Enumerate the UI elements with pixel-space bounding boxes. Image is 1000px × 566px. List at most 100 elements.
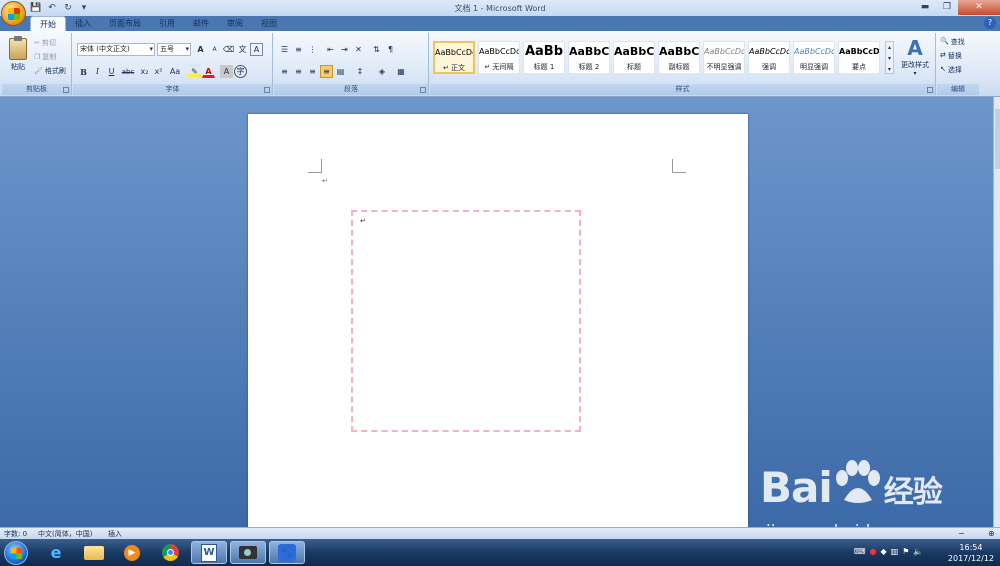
clipboard-launcher-icon[interactable]: [63, 87, 69, 93]
camera-icon: [239, 546, 257, 559]
subscript-button[interactable]: x₂: [138, 65, 151, 78]
enclose-chars-icon[interactable]: 字: [234, 65, 247, 78]
style-heading-2[interactable]: AaBbC 标题 2: [568, 41, 610, 74]
taskbar-word[interactable]: W: [191, 541, 227, 564]
decrease-indent-icon[interactable]: ⇤: [324, 43, 337, 56]
replace-button[interactable]: ⇄ 替换: [940, 51, 962, 61]
style-name: 标题 1: [533, 63, 555, 71]
taskbar-ie[interactable]: e: [38, 541, 74, 564]
find-label: 查找: [950, 38, 965, 46]
numbering-icon[interactable]: ≡: [292, 43, 305, 56]
tab-review[interactable]: 审阅: [218, 16, 252, 31]
qq-icon[interactable]: ●: [870, 547, 877, 556]
style-emphasis[interactable]: AaBbCcDd 强调: [748, 41, 790, 74]
zoom-out-icon[interactable]: −: [958, 529, 965, 538]
cut-button[interactable]: ✂ 剪切: [34, 38, 56, 48]
crop-mark-top-left: [308, 159, 322, 173]
paste-button[interactable]: 粘贴: [5, 36, 31, 80]
clock[interactable]: 16:54 2017/12/12: [948, 542, 994, 564]
style-heading-1[interactable]: AaBb 标题 1: [523, 41, 565, 74]
security-icon[interactable]: ◆: [881, 547, 887, 556]
char-shading-icon[interactable]: A: [220, 65, 233, 78]
styles-scroll[interactable]: ▴ ▾ ▾: [885, 41, 894, 74]
font-name-select[interactable]: 宋体 (中文正文): [77, 43, 155, 56]
office-logo-icon: [7, 7, 20, 20]
text-box[interactable]: ↵: [351, 210, 581, 432]
style-intense-emphasis[interactable]: AaBbCcDd 明显强调: [793, 41, 835, 74]
insert-mode[interactable]: 插入: [108, 529, 122, 539]
italic-button[interactable]: I: [91, 65, 104, 78]
paragraph-launcher-icon[interactable]: [420, 87, 426, 93]
bullets-icon[interactable]: ☰: [278, 43, 291, 56]
sort-icon[interactable]: ⇅: [370, 43, 383, 56]
start-button[interactable]: [1, 539, 31, 566]
zoom-in-icon[interactable]: ⊕: [988, 529, 995, 538]
tab-page-layout[interactable]: 页面布局: [100, 16, 150, 31]
tab-mailings[interactable]: 邮件: [184, 16, 218, 31]
change-case-button[interactable]: Aa: [166, 65, 184, 78]
distributed-icon[interactable]: ▤: [334, 65, 347, 78]
style-no-spacing[interactable]: AaBbCcDd ↵ 无间隔: [478, 41, 520, 74]
clear-format-icon[interactable]: ⌫: [222, 43, 235, 56]
shrink-font-icon[interactable]: A: [208, 43, 221, 56]
minimize-button[interactable]: ▬: [914, 0, 936, 15]
change-styles-button[interactable]: A 更改样式 ▾: [896, 36, 934, 80]
grow-font-icon[interactable]: A: [194, 43, 207, 56]
vertical-scrollbar[interactable]: [993, 97, 1000, 527]
char-border-icon[interactable]: A: [250, 43, 263, 56]
word-count[interactable]: 字数: 0: [4, 529, 27, 539]
justify-icon[interactable]: ≡: [320, 65, 333, 78]
style-subtitle[interactable]: AaBbC 副标题: [658, 41, 700, 74]
office-button[interactable]: [1, 1, 26, 26]
tab-home[interactable]: 开始: [30, 16, 66, 31]
select-button[interactable]: ↖ 选择: [940, 65, 962, 75]
underline-button[interactable]: U: [105, 65, 118, 78]
close-button[interactable]: ✕: [958, 0, 1000, 15]
copy-button[interactable]: ❐ 复制: [34, 52, 56, 62]
style-title[interactable]: AaBbC 标题: [613, 41, 655, 74]
bold-button[interactable]: B: [77, 65, 90, 78]
font-color-button[interactable]: A: [202, 65, 215, 78]
show-marks-icon[interactable]: ¶: [384, 43, 397, 56]
increase-indent-icon[interactable]: ⇥: [338, 43, 351, 56]
taskbar-media-player[interactable]: ▶: [114, 541, 150, 564]
superscript-button[interactable]: x²: [152, 65, 165, 78]
style-normal[interactable]: AaBbCcDd ↵ 正文: [433, 41, 475, 74]
shading-icon[interactable]: ◈: [373, 65, 391, 78]
tab-view[interactable]: 视图: [252, 16, 286, 31]
find-button[interactable]: 🔍 查找: [940, 37, 965, 47]
phonetic-guide-icon[interactable]: 文: [236, 43, 249, 56]
document-page[interactable]: ↵ ↵: [248, 114, 748, 527]
styles-launcher-icon[interactable]: [927, 87, 933, 93]
tab-insert[interactable]: 插入: [66, 16, 100, 31]
taskbar-explorer[interactable]: [76, 541, 112, 564]
volume-icon[interactable]: 🔈: [913, 547, 923, 556]
line-spacing-icon[interactable]: ↕: [351, 65, 369, 78]
restore-button[interactable]: ❐: [936, 0, 958, 15]
language-indicator[interactable]: 中文(简体，中国): [38, 529, 92, 539]
style-strong[interactable]: AaBbCcDd 要点: [838, 41, 880, 74]
align-right-icon[interactable]: ≡: [306, 65, 319, 78]
tab-references[interactable]: 引用: [150, 16, 184, 31]
align-left-icon[interactable]: ≡: [278, 65, 291, 78]
paragraph-mark: ↵: [322, 177, 328, 185]
scrollbar-thumb[interactable]: [995, 109, 1000, 169]
format-painter-button[interactable]: 🖌 格式刷: [34, 66, 66, 76]
keyboard-icon[interactable]: ⌨: [854, 547, 866, 556]
network-icon[interactable]: ▥: [891, 547, 899, 556]
taskbar-chrome[interactable]: [152, 541, 188, 564]
taskbar-camera[interactable]: [230, 541, 266, 564]
word-icon: W: [201, 543, 217, 562]
taskbar-baidu[interactable]: 🐾: [269, 541, 305, 564]
highlight-icon[interactable]: ✎: [188, 65, 201, 78]
align-center-icon[interactable]: ≡: [292, 65, 305, 78]
multilevel-list-icon[interactable]: ⋮: [306, 43, 319, 56]
borders-icon[interactable]: ▦: [392, 65, 410, 78]
font-launcher-icon[interactable]: [264, 87, 270, 93]
help-icon[interactable]: ?: [984, 17, 996, 29]
font-size-select[interactable]: 五号: [157, 43, 191, 56]
strikethrough-button[interactable]: abc: [119, 65, 137, 78]
flag-icon[interactable]: ⚑: [902, 547, 909, 556]
chinese-layout-icon[interactable]: ✕: [352, 43, 365, 56]
style-subtle-emphasis[interactable]: AaBbCcDd 不明显强调: [703, 41, 745, 74]
